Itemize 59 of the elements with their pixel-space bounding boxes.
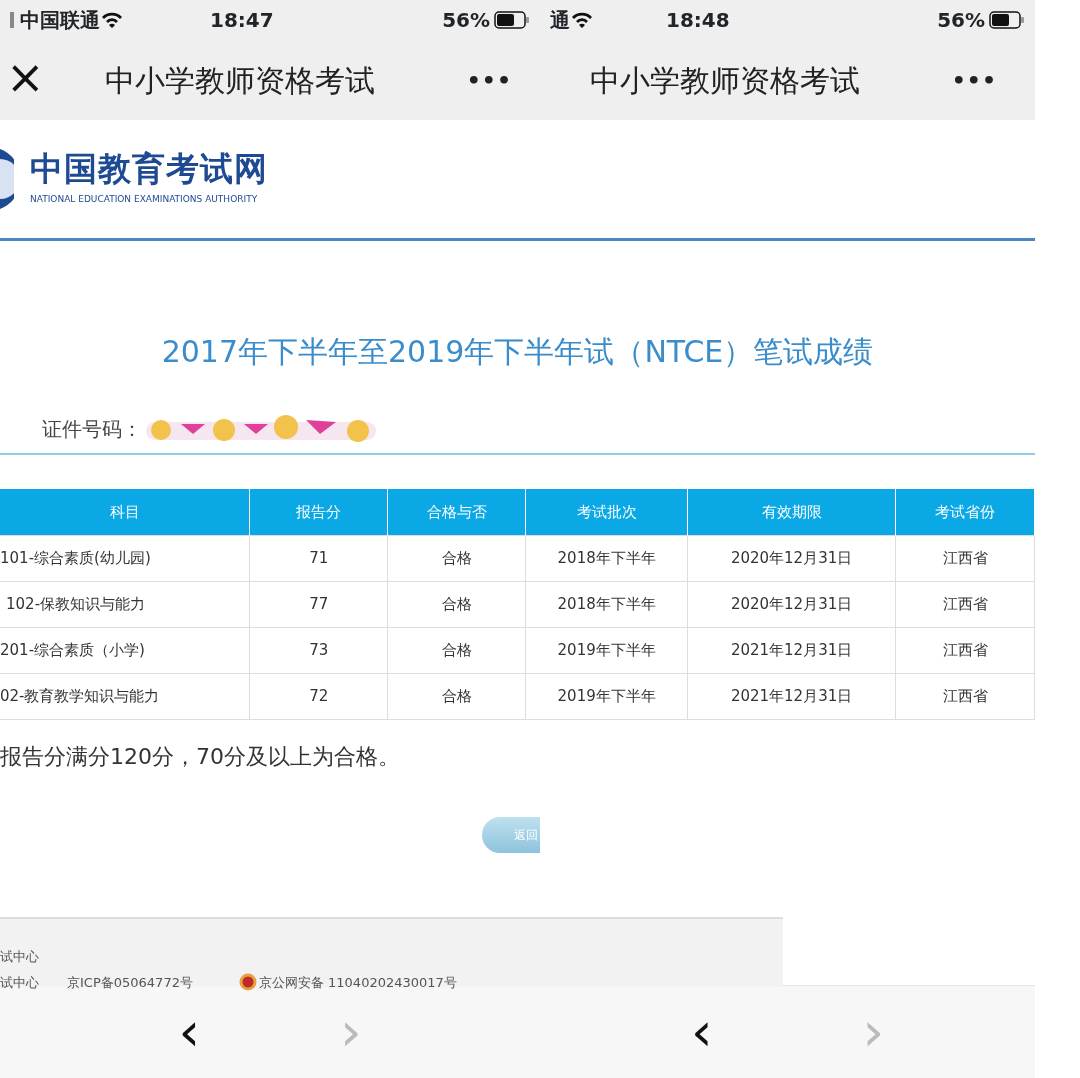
table-cell: 合格 xyxy=(441,640,472,659)
table-cell: 71 xyxy=(309,548,329,567)
table-cell: 72 xyxy=(309,686,329,705)
back-button[interactable]: ‹ xyxy=(178,1005,200,1059)
results-heading: 2017年下半年至2019年下半年试（NTCE）笔试成绩 xyxy=(160,333,875,371)
footer-text: 试中心 xyxy=(0,949,39,964)
more-button[interactable]: ••• xyxy=(951,63,997,97)
carrier-name: 通 xyxy=(550,7,570,34)
column-header: 考试省份 xyxy=(895,489,1035,535)
police-badge-icon xyxy=(238,973,257,992)
page-title: 中小学教师资格考试 xyxy=(104,61,375,100)
battery-percent: 56% xyxy=(937,7,985,34)
table-cell: 2019年下半年 xyxy=(557,686,656,705)
battery-percent: 56% xyxy=(442,7,490,34)
column-header: 有效期限 xyxy=(687,489,896,535)
more-button[interactable]: ••• xyxy=(466,63,512,97)
status-time: 18:47 xyxy=(210,7,274,34)
wifi-icon xyxy=(100,11,124,29)
table-cell: 73 xyxy=(309,640,329,659)
table-cell: 2021年12月31日 xyxy=(730,640,853,659)
table-cell: 合格 xyxy=(441,686,472,705)
table-cell: 77 xyxy=(309,594,329,613)
table-cell: 江西省 xyxy=(942,548,988,567)
id-label: 证件号码： xyxy=(42,416,142,443)
column-header: 报告分 xyxy=(249,489,388,535)
logo-subtitle: NATIONAL EDUCATION EXAMINATIONS AUTHORITY xyxy=(30,192,259,206)
footer-text: 试中心 xyxy=(0,973,39,992)
table-cell: 02-教育教学知识与能力 xyxy=(0,686,160,705)
page-title: 中小学教师资格考试 xyxy=(590,61,860,100)
signal-icon xyxy=(10,12,14,28)
battery-icon xyxy=(989,11,1025,29)
table-cell: 江西省 xyxy=(942,686,988,705)
table-cell: 合格 xyxy=(441,594,472,613)
table-cell: 江西省 xyxy=(942,594,988,613)
table-cell: 2021年12月31日 xyxy=(730,686,853,705)
emblem-icon xyxy=(0,147,14,211)
wifi-icon xyxy=(570,11,594,29)
back-button[interactable]: ‹ xyxy=(690,1005,713,1059)
table-cell: 101-综合素质(幼儿园) xyxy=(0,548,151,567)
table-cell: 102-保教知识与能力 xyxy=(6,594,146,613)
table-cell: 合格 xyxy=(441,548,472,567)
column-header: 考试批次 xyxy=(525,489,688,535)
table-cell: 2019年下半年 xyxy=(557,640,656,659)
status-time: 18:48 xyxy=(666,7,730,34)
column-header: 科目 xyxy=(0,489,250,535)
close-button[interactable]: × xyxy=(6,54,45,100)
table-cell: 江西省 xyxy=(942,640,988,659)
score-note: 报告分满分120分，70分及以上为合格。 xyxy=(0,742,401,771)
table-cell: 2020年12月31日 xyxy=(730,548,853,567)
battery-icon xyxy=(494,11,530,29)
logo-title: 中国教育考试网 xyxy=(30,151,268,185)
table-cell: 2018年下半年 xyxy=(557,594,656,613)
security-number: 京公网安备 11040202430017号 xyxy=(258,973,457,992)
icp-number: 京ICP备05064772号 xyxy=(67,973,193,992)
table-cell: 2018年下半年 xyxy=(557,548,656,567)
column-header: 合格与否 xyxy=(387,489,526,535)
table-cell: 2020年12月31日 xyxy=(730,594,853,613)
table-cell: 201-综合素质（小学) xyxy=(0,640,145,659)
carrier-name: 中国联通 xyxy=(20,7,100,34)
